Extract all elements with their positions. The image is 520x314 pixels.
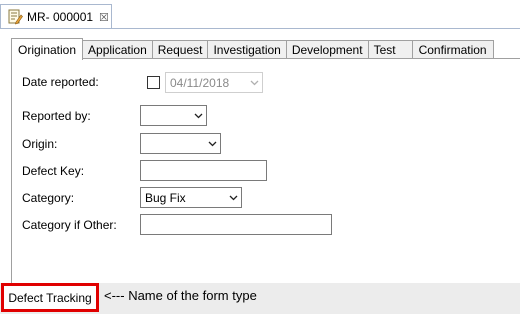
tab-origination[interactable]: Origination — [11, 38, 84, 60]
close-icon[interactable]: ☒ — [99, 11, 109, 24]
reported-by-label: Reported by: — [22, 109, 91, 123]
origin-select[interactable] — [140, 133, 221, 154]
chevron-down-icon — [246, 73, 262, 92]
editor-panel: Origination Application Request Investig… — [0, 28, 520, 314]
form-type-label: Defect Tracking — [8, 290, 92, 305]
category-other-input[interactable] — [140, 214, 332, 235]
tab-application[interactable]: Application — [82, 40, 153, 59]
defect-key-input[interactable] — [140, 160, 267, 181]
form-type-highlight: Defect Tracking — [1, 283, 99, 312]
tab-development[interactable]: Development — [285, 40, 369, 59]
date-reported-label: Date reported: — [22, 75, 99, 89]
tab-test[interactable]: Test — [367, 40, 413, 59]
editor-tab-mr-000001[interactable]: MR- 000001 ☒ — [0, 4, 112, 29]
category-label: Category: — [22, 191, 75, 205]
category-select[interactable]: Bug Fix — [140, 187, 242, 208]
date-reported-picker[interactable]: 04/11/2018 — [165, 72, 263, 93]
form-type-annotation: <--- Name of the form type — [104, 288, 257, 303]
form-tab-strip: Origination Application Request Investig… — [11, 37, 494, 60]
date-reported-checkbox[interactable] — [147, 76, 160, 89]
origin-label: Origin: — [22, 137, 58, 151]
tab-confirmation[interactable]: Confirmation — [411, 40, 494, 59]
tab-request[interactable]: Request — [151, 40, 209, 59]
category-value: Bug Fix — [145, 190, 186, 205]
chevron-down-icon — [190, 106, 206, 125]
tab-investigation[interactable]: Investigation — [207, 40, 287, 59]
document-edit-icon — [7, 9, 23, 25]
chevron-down-icon — [225, 188, 241, 207]
chevron-down-icon — [204, 134, 220, 153]
reported-by-select[interactable] — [140, 105, 207, 126]
origination-form: Date reported: 04/11/2018 Reported by: O… — [11, 58, 520, 284]
date-reported-value: 04/11/2018 — [170, 75, 230, 90]
editor-tab-title: MR- 000001 — [27, 10, 94, 24]
category-other-label: Category if Other: — [22, 218, 117, 232]
defect-key-label: Defect Key: — [22, 164, 85, 178]
